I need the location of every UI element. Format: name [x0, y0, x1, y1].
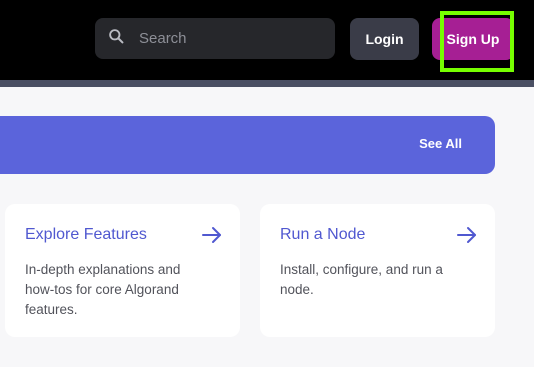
arrow-right-icon — [457, 227, 476, 243]
sign-up-button[interactable]: Sign Up — [432, 18, 514, 60]
search-input[interactable] — [139, 30, 319, 47]
card-run-a-node[interactable]: Run a Node Install, configure, and run a… — [260, 204, 495, 337]
arrow-right-icon — [202, 227, 221, 243]
section-banner: See All — [0, 116, 495, 174]
card-explore-features[interactable]: Explore Features In-depth explanations a… — [5, 204, 240, 337]
top-navbar: Login Sign Up — [0, 0, 534, 80]
login-button[interactable]: Login — [350, 18, 419, 60]
card-description: In-depth explanations and how-tos for co… — [25, 262, 181, 317]
search-icon — [108, 28, 125, 50]
see-all-link[interactable]: See All — [419, 136, 462, 151]
card-title: Run a Node — [280, 226, 366, 243]
navbar-divider — [0, 80, 534, 87]
card-description: Install, configure, and run a node. — [280, 262, 443, 297]
search-box[interactable] — [95, 18, 335, 59]
card-title: Explore Features — [25, 226, 147, 243]
